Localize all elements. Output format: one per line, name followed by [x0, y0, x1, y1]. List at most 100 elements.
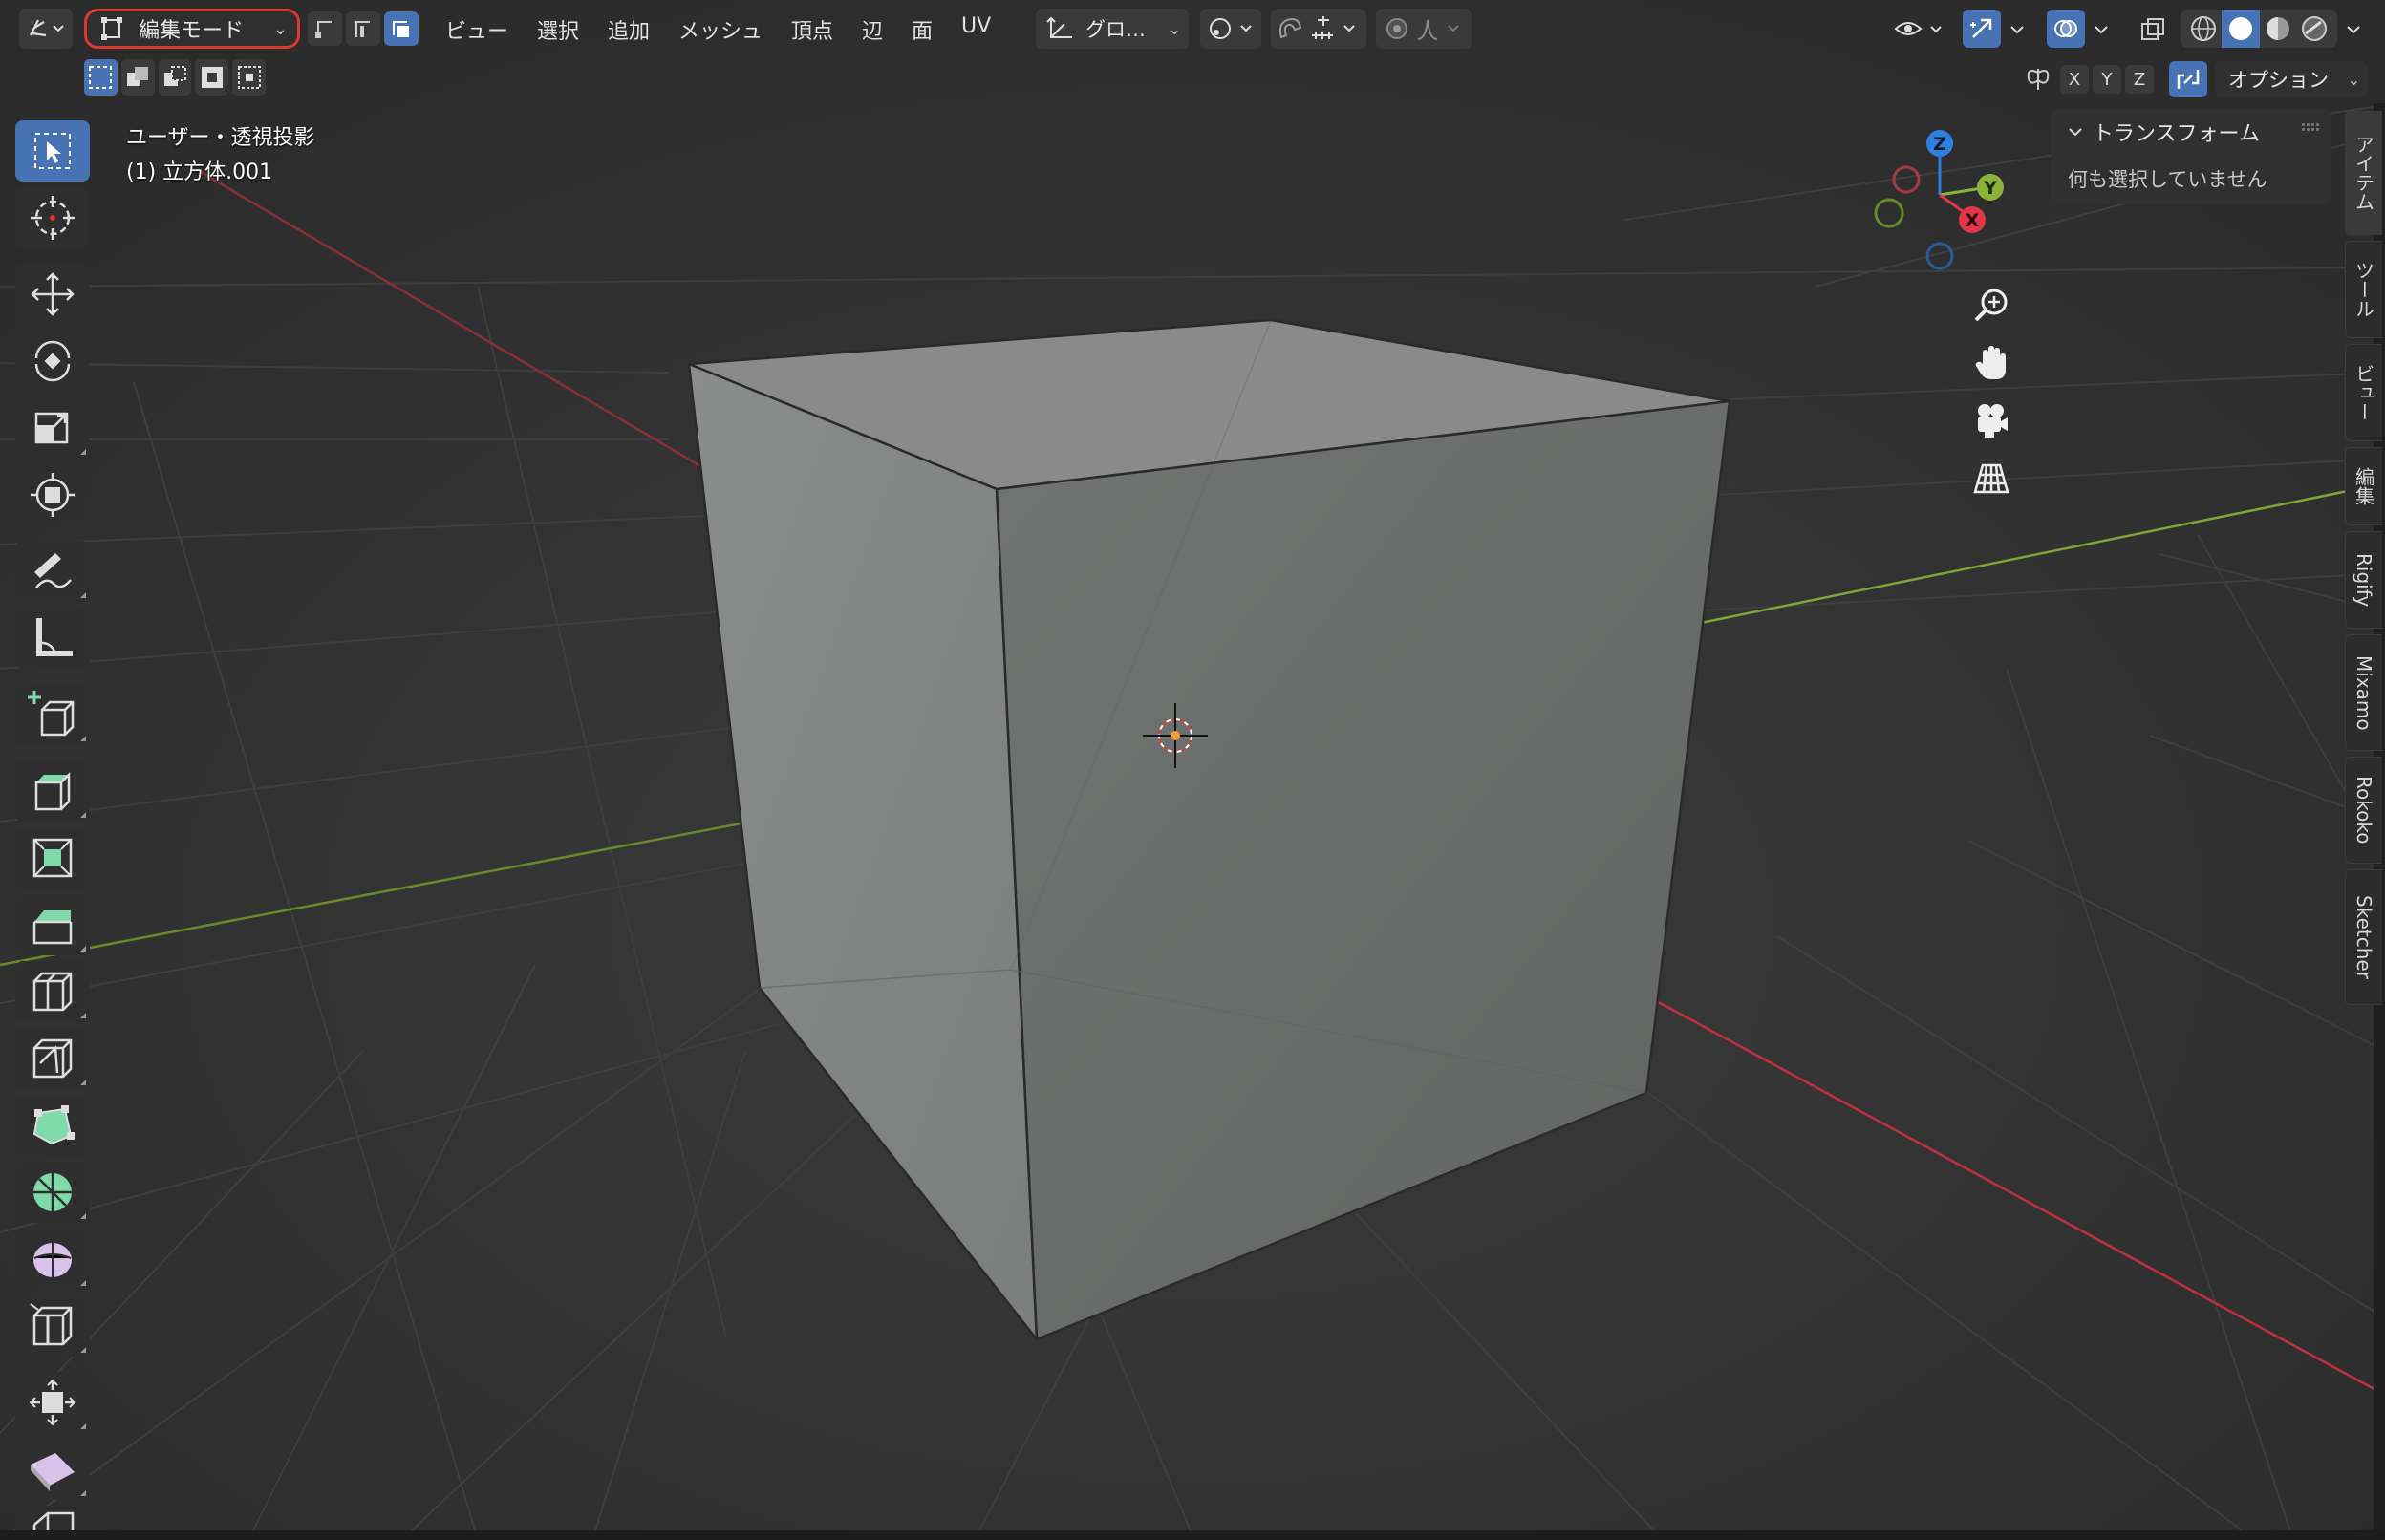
tool-measure[interactable] [15, 608, 90, 669]
select-invert-button[interactable] [195, 59, 229, 96]
scale-icon [34, 412, 69, 444]
auto-merge-toggle[interactable] [2169, 61, 2207, 97]
measure-icon [36, 618, 73, 657]
menu-view[interactable]: ビュー [445, 14, 508, 45]
mirror-y-toggle[interactable]: Y [2093, 65, 2121, 94]
tool-inset[interactable] [15, 827, 90, 888]
snap-increment-icon[interactable] [1308, 14, 1364, 43]
menu-uv[interactable]: UV [961, 14, 991, 38]
drag-grip-icon[interactable] [2301, 122, 2320, 132]
menu-add[interactable]: 追加 [608, 14, 650, 45]
menu-face[interactable]: 面 [912, 14, 933, 45]
xray-toggle-button[interactable] [2135, 11, 2171, 48]
orientation-label: グロ… [1085, 18, 1146, 41]
select-new-button[interactable] [84, 59, 118, 96]
select-extend-icon [127, 67, 149, 86]
wireframe-shading-icon[interactable] [2185, 12, 2222, 45]
pivot-point-icon [1210, 18, 1252, 39]
tab-mixamo[interactable]: Mixamo [2345, 634, 2382, 751]
shading-dropdown[interactable] [2339, 13, 2368, 46]
snap-magnet-icon[interactable] [1274, 14, 1308, 43]
material-shading-icon[interactable] [2260, 12, 2296, 45]
zoom-magnifier-icon [1974, 289, 2008, 322]
zoom-button[interactable] [1965, 279, 2018, 332]
tool-bevel[interactable] [15, 894, 90, 955]
tool-scale[interactable] [15, 397, 90, 459]
face-select-button[interactable] [384, 11, 419, 46]
x-axis-label: X [1966, 210, 1980, 231]
proportional-edit-icon[interactable] [1380, 14, 1414, 43]
tool-transform[interactable] [15, 464, 90, 525]
tab-edit-label: 編集 [2352, 467, 2375, 505]
eye-selectability-icon [1894, 22, 1942, 35]
gizmo-dropdown[interactable] [2003, 13, 2031, 46]
gizmo-arrow-icon [1970, 18, 1992, 38]
pan-button[interactable] [1965, 336, 2018, 390]
tab-edit[interactable]: 編集 [2345, 447, 2382, 525]
mirror-z-toggle[interactable]: Z [2125, 65, 2154, 94]
overlays-dropdown[interactable] [2087, 13, 2116, 46]
options-dropdown[interactable]: オプション ⌄ [2215, 61, 2368, 97]
transform-panel-header[interactable]: トランスフォーム [2066, 117, 2260, 147]
gizmo-toggle-button[interactable] [1963, 10, 2001, 48]
overlays-toggle-button[interactable] [2047, 10, 2085, 48]
tool-move[interactable] [15, 264, 90, 325]
falloff-curve-icon[interactable] [1414, 14, 1468, 43]
rendered-shading-icon[interactable] [2296, 12, 2332, 45]
tab-sketcher-label: Sketcher [2353, 895, 2375, 979]
select-intersect-button[interactable] [232, 59, 266, 96]
tool-knife[interactable] [15, 1028, 90, 1089]
tab-item[interactable]: アイテム [2345, 111, 2382, 235]
tool-cursor[interactable] [15, 187, 90, 248]
mode-select[interactable]: 編集モード ⌄ [84, 9, 300, 49]
tool-extrude[interactable] [15, 760, 90, 822]
rotate-icon [34, 340, 71, 382]
vertex-select-button[interactable] [308, 11, 342, 46]
pivot-point-dropdown[interactable] [1200, 9, 1261, 49]
visibility-dropdown[interactable] [1892, 13, 1949, 46]
tool-shrink-fatten[interactable] [15, 1372, 90, 1433]
tool-add-cube[interactable] [15, 684, 90, 745]
viewport-scene[interactable] [0, 0, 2385, 1540]
select-subtract-icon [163, 66, 186, 86]
tool-spin[interactable] [15, 1162, 90, 1223]
select-subtract-button[interactable] [158, 59, 192, 96]
face-select-icon [393, 21, 409, 37]
tab-tool[interactable]: ツール [2345, 241, 2382, 338]
menu-edge[interactable]: 辺 [862, 14, 883, 45]
edge-select-button[interactable] [346, 11, 380, 46]
tool-shear[interactable] [15, 1439, 90, 1500]
tab-sketcher[interactable]: Sketcher [2345, 869, 2382, 1005]
move-icon [31, 272, 75, 316]
perspective-toggle-button[interactable] [1965, 451, 2018, 504]
tool-poly-build[interactable] [15, 1095, 90, 1156]
solid-shading-button[interactable] [2222, 10, 2260, 48]
tool-rotate[interactable] [15, 331, 90, 392]
menu-select[interactable]: 選択 [537, 14, 579, 45]
knife-icon [32, 1038, 73, 1079]
mirror-toggle[interactable] [2020, 63, 2056, 96]
z-axis-label: Z [1933, 134, 1946, 155]
select-extend-button[interactable] [120, 59, 155, 96]
tool-smooth[interactable] [15, 1229, 90, 1290]
options-label: オプション [2228, 69, 2329, 92]
navigation-gizmo[interactable]: Z Y X [1863, 124, 2007, 277]
transform-panel: トランスフォーム 何も選択していません [2051, 109, 2331, 204]
chevron-down-icon [2010, 26, 2024, 34]
tab-rokoko[interactable]: Rokoko [2345, 757, 2382, 864]
3d-viewport[interactable] [0, 0, 2385, 1540]
menu-mesh[interactable]: メッシュ [678, 14, 763, 45]
tool-edge-slide[interactable] [15, 1295, 90, 1357]
tool-select-box[interactable] [15, 120, 90, 182]
tool-annotate[interactable] [15, 541, 90, 602]
mirror-x-toggle[interactable]: X [2060, 65, 2089, 94]
tab-rigify[interactable]: Rigify [2345, 531, 2382, 629]
camera-view-button[interactable] [1965, 394, 2018, 447]
menu-vertex[interactable]: 頂点 [791, 14, 833, 45]
chevron-down-icon: ⌄ [2347, 70, 2360, 89]
editor-type-dropdown[interactable] [19, 9, 73, 49]
select-new-icon [89, 66, 113, 89]
tab-view[interactable]: ビュー [2345, 344, 2382, 441]
transform-orientation-dropdown[interactable]: グロ… ⌄ [1036, 9, 1189, 49]
tool-loop-cut[interactable] [15, 961, 90, 1022]
